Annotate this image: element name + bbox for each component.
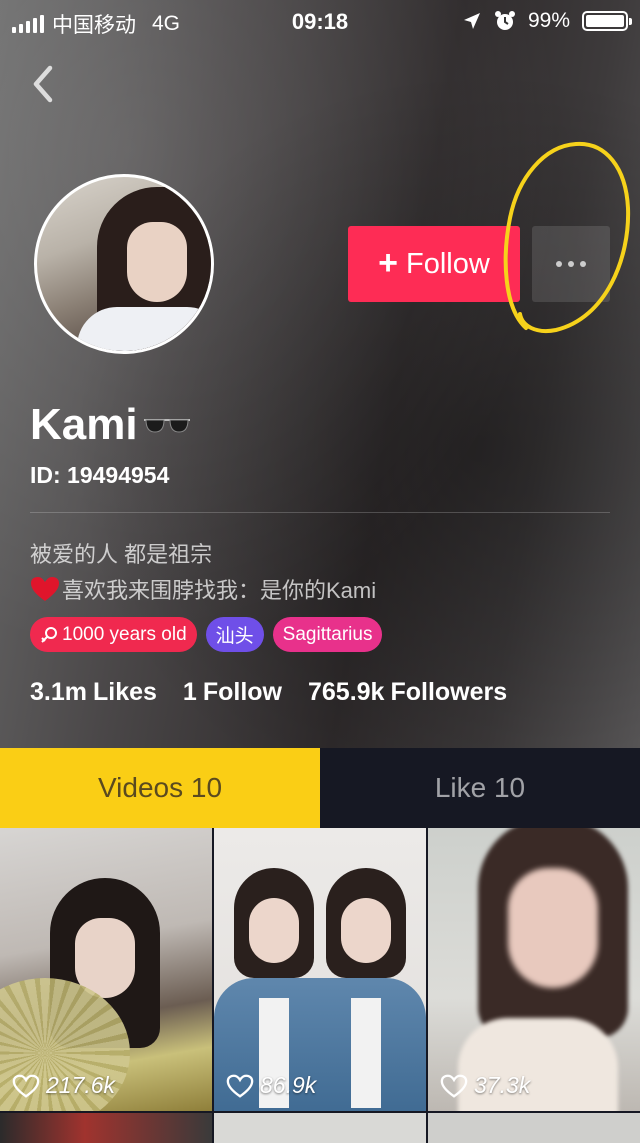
female-symbol-icon: [41, 626, 57, 643]
sunglasses-icon: [143, 419, 190, 433]
tag-location-label: 汕头: [215, 626, 254, 647]
more-horizontal-icon: [556, 261, 586, 267]
tag-age: 1000 years old: [30, 617, 197, 652]
video-thumbnail-partial[interactable]: [428, 1113, 640, 1143]
battery-fill: [586, 15, 624, 27]
video-likes: 217.6k: [12, 1072, 115, 1099]
bio-line-1: 被爱的人 都是祖宗: [30, 542, 213, 567]
profile-id: ID: 19494954: [30, 462, 170, 488]
profile-stats: 3.1m Likes 1 Follow 765.9k Followers: [30, 678, 507, 707]
tag-zodiac: Sagittarius: [272, 617, 383, 652]
status-bar: 中国移动 4G 09:18 99%: [0, 0, 640, 40]
back-button[interactable]: [26, 64, 66, 104]
video-likes-count: 217.6k: [46, 1072, 116, 1098]
video-grid: 217.6k 86.9k 37.3k: [0, 828, 640, 1143]
heart-outline-icon: [440, 1074, 468, 1098]
stat-follow[interactable]: 1 Follow: [183, 678, 282, 707]
battery-icon: [582, 11, 632, 31]
divider: [30, 512, 610, 513]
stat-likes[interactable]: 3.1m Likes: [30, 678, 157, 707]
tag-age-label: 1000 years old: [62, 623, 187, 645]
bio-line-2: 喜欢我来围脖找我：是你的Kami: [30, 573, 376, 605]
alarm-icon: [494, 11, 515, 30]
video-thumbnail[interactable]: 37.3k: [428, 828, 640, 1111]
stat-likes-value: 3.1m: [30, 678, 87, 706]
stat-followers-value: 765.9k: [307, 678, 385, 706]
avatar[interactable]: [34, 174, 214, 354]
plus-icon: +: [378, 243, 399, 282]
profile-name-text: Kami: [30, 400, 138, 449]
stat-follow-label: Follow: [202, 678, 282, 706]
location-icon: [463, 13, 480, 29]
follow-button[interactable]: + Follow: [348, 226, 520, 302]
battery-percent: 99%: [527, 9, 570, 32]
video-thumbnail-partial[interactable]: [0, 1113, 212, 1143]
heart-outline-icon: [226, 1074, 254, 1098]
chevron-left-icon: [33, 65, 53, 103]
profile-tags: 1000 years old 汕头 Sagittarius: [30, 617, 383, 652]
more-options-button[interactable]: [532, 226, 610, 302]
stat-followers[interactable]: 765.9k Followers: [308, 678, 507, 707]
follow-button-label: Follow: [406, 247, 490, 280]
stat-followers-label: Followers: [390, 678, 508, 706]
content-tabs: Videos 10 Like 10: [0, 748, 640, 828]
heart-emoji-icon: [31, 577, 59, 601]
heart-outline-icon: [12, 1074, 40, 1098]
profile-name: Kami: [30, 400, 192, 450]
video-likes-count: 86.9k: [260, 1072, 317, 1098]
video-likes: 86.9k: [226, 1072, 316, 1099]
bio-line-2-text: 喜欢我来围脖找我：是你的Kami: [62, 578, 377, 603]
video-likes-count: 37.3k: [474, 1072, 531, 1098]
tab-videos[interactable]: Videos 10: [0, 748, 320, 828]
video-thumbnail-partial[interactable]: [214, 1113, 426, 1143]
tag-location: 汕头: [205, 617, 264, 652]
video-thumbnail[interactable]: 217.6k: [0, 828, 212, 1111]
tag-zodiac-label: Sagittarius: [282, 623, 373, 645]
tab-likes[interactable]: Like 10: [320, 748, 640, 828]
video-thumbnail[interactable]: 86.9k: [214, 828, 426, 1111]
video-likes: 37.3k: [440, 1072, 530, 1099]
stat-follow-value: 1: [182, 678, 197, 706]
stat-likes-label: Likes: [92, 678, 157, 706]
